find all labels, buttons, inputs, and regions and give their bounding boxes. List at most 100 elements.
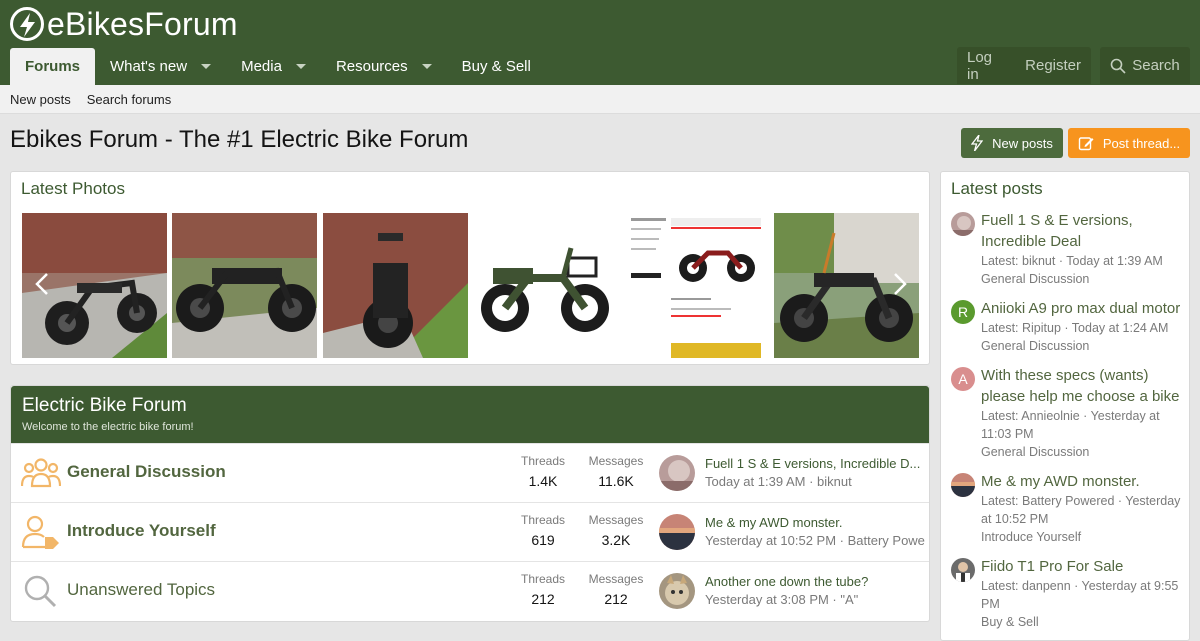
latest-post-title[interactable]: Fuell 1 S & E versions, Incredible Deal [981, 210, 1183, 252]
site-name: eBikesForum [47, 6, 238, 42]
messages-count: 3.2K [601, 532, 631, 548]
forum-node-row: General Discussion Threads 1.4K Messages 1… [11, 443, 929, 502]
lightning-bolt-icon [10, 7, 44, 41]
latest-post-title[interactable]: Aniioki A9 pro max dual motor [981, 298, 1183, 319]
nav-tab-whats-new[interactable]: What's new [95, 48, 226, 85]
search-label: Search [1132, 57, 1180, 74]
avatar-letter: A [958, 371, 968, 387]
last-post-meta: Today at 1:39 AM · biknut [705, 474, 852, 489]
messages-count: 212 [604, 591, 628, 607]
edit-icon [1078, 137, 1094, 151]
latest-post-meta: Latest: Annieolnie · Yesterday at 11:03 … [981, 409, 1160, 441]
latest-post-meta: Latest: biknut · Today at 1:39 AM [981, 254, 1163, 268]
lightning-bolt-icon [971, 135, 984, 151]
latest-post-node[interactable]: General Discussion [981, 337, 1183, 355]
nav-tab-label: Forums [25, 58, 81, 75]
nav-tab-label: Media [241, 58, 282, 75]
forum-category: Electric Bike Forum Welcome to the elect… [10, 385, 930, 622]
latest-post-title[interactable]: Fiido T1 Pro For Sale [981, 556, 1183, 577]
photo-thumbnail[interactable] [323, 213, 468, 358]
nav-tab-forums[interactable]: Forums [10, 48, 96, 85]
latest-post-node[interactable]: Buy & Sell [981, 613, 1183, 631]
messages-label: Messages [588, 513, 644, 527]
nav-tab-media[interactable]: Media [226, 48, 321, 85]
photo-thumbnail[interactable] [172, 213, 317, 358]
avatar[interactable]: A [951, 367, 975, 391]
avatar[interactable] [659, 455, 695, 491]
page-title: Ebikes Forum - The #1 Electric Bike Foru… [10, 126, 469, 153]
site-header: eBikesForum Forums What's new Media Reso… [0, 0, 1200, 85]
login-link[interactable]: Log in [957, 49, 1015, 83]
latest-post-item: Fuell 1 S & E versions, Incredible Deal … [951, 210, 1183, 288]
photo-thumbnail[interactable] [473, 213, 618, 358]
threads-stat: Threads 1.4K [508, 454, 578, 489]
latest-post-meta: Latest: Battery Powered · Yesterday at 1… [981, 494, 1181, 526]
latest-post-title[interactable]: Me & my AWD monster. [981, 471, 1183, 492]
chevron-down-icon[interactable] [201, 64, 212, 69]
messages-label: Messages [588, 454, 644, 468]
nav-tab-resources[interactable]: Resources [321, 48, 447, 85]
forum-node-row: Introduce Yourself Threads 619 Messages 3.… [11, 502, 929, 561]
threads-count: 619 [531, 532, 555, 548]
threads-label: Threads [520, 513, 566, 527]
forum-node-title[interactable]: Unanswered Topics [67, 580, 215, 600]
latest-post-meta: Latest: Ripitup · Today at 1:24 AM [981, 321, 1169, 335]
avatar[interactable] [659, 514, 695, 550]
chevron-down-icon[interactable] [421, 64, 432, 69]
account-links: Log in Register [957, 47, 1091, 84]
latest-post-item: A With these specs (wants) please help m… [951, 365, 1183, 461]
register-link[interactable]: Register [1015, 57, 1091, 74]
latest-post-node[interactable]: General Discussion [981, 443, 1183, 461]
latest-post-title[interactable]: With these specs (wants) please help me … [981, 365, 1183, 407]
latest-photos-panel: Latest Photos [10, 171, 930, 365]
nav-tab-label: What's new [110, 58, 188, 75]
messages-stat: Messages 212 [581, 572, 651, 607]
search-icon [1110, 58, 1126, 74]
users-icon [21, 458, 61, 488]
messages-label: Messages [588, 572, 644, 586]
threads-label: Threads [520, 572, 566, 586]
avatar[interactable] [951, 473, 975, 497]
last-post-meta: Yesterday at 10:52 PM · Battery Powe [705, 533, 925, 548]
sub-nav: New posts Search forums [0, 85, 1200, 114]
latest-photos-heading: Latest Photos [21, 179, 125, 198]
photo-thumbnail[interactable] [623, 213, 768, 358]
new-posts-link[interactable]: New posts [10, 92, 71, 107]
main-nav: Forums What's new Media Resources Buy & … [10, 48, 546, 85]
post-thread-button[interactable]: Post thread... [1068, 128, 1190, 158]
avatar[interactable] [659, 573, 695, 609]
category-title[interactable]: Electric Bike Forum [22, 395, 918, 417]
last-post-title[interactable]: Another one down the tube? [705, 574, 925, 589]
category-header: Electric Bike Forum Welcome to the elect… [11, 386, 929, 444]
search-button[interactable]: Search [1100, 47, 1190, 84]
nav-tab-buy-sell[interactable]: Buy & Sell [447, 48, 546, 85]
latest-post-node[interactable]: Introduce Yourself [981, 528, 1183, 546]
latest-post-node[interactable]: General Discussion [981, 270, 1183, 288]
category-description: Welcome to the electric bike forum! [22, 421, 194, 433]
last-post-title[interactable]: Me & my AWD monster. [705, 515, 925, 530]
new-posts-label: New posts [992, 135, 1053, 151]
chevron-down-icon[interactable] [295, 64, 306, 69]
threads-label: Threads [520, 454, 566, 468]
last-post-meta: Yesterday at 3:08 PM · "A" [705, 592, 859, 607]
carousel-next-icon[interactable] [893, 272, 907, 296]
avatar[interactable] [951, 212, 975, 236]
avatar[interactable] [951, 558, 975, 582]
latest-post-item: Fiido T1 Pro For Sale Latest: danpenn · … [951, 556, 1183, 631]
site-logo[interactable]: eBikesForum [10, 6, 238, 42]
messages-stat: Messages 11.6K [581, 454, 651, 489]
forum-node-row: Unanswered Topics Threads 212 Messages 212… [11, 561, 929, 620]
carousel-prev-icon[interactable] [35, 272, 49, 296]
latest-posts-panel: Latest posts Fuell 1 S & E versions, Inc… [940, 171, 1190, 641]
last-post-title[interactable]: Fuell 1 S & E versions, Incredible D... [705, 456, 925, 471]
avatar[interactable]: R [951, 300, 975, 324]
nav-tab-label: Resources [335, 58, 408, 75]
latest-posts-heading: Latest posts [951, 179, 1043, 198]
threads-count: 212 [531, 591, 555, 607]
post-thread-label: Post thread... [1102, 135, 1181, 151]
new-posts-button[interactable]: New posts [961, 128, 1063, 158]
forum-node-title[interactable]: General Discussion [67, 462, 226, 482]
forum-node-title[interactable]: Introduce Yourself [67, 521, 216, 541]
search-forums-link[interactable]: Search forums [87, 92, 172, 107]
threads-count: 1.4K [528, 473, 558, 489]
